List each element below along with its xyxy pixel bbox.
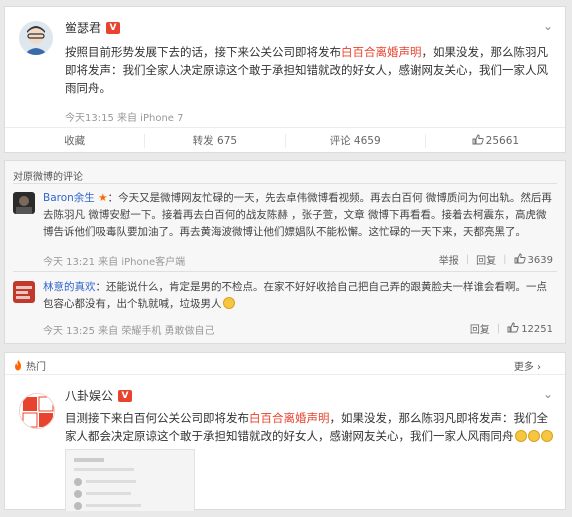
post-text-2: 目测接下来白百何公关公司即将发布白百合离婚声明，如果没发，那么陈羽凡即将发声：我… xyxy=(65,409,557,445)
author-avatar-2[interactable] xyxy=(19,393,55,429)
favorite-button[interactable]: 收藏 xyxy=(5,133,146,148)
avatar-photo-icon xyxy=(13,192,35,214)
comment-tools: 举报 | 回复 | 3639 xyxy=(438,252,553,267)
weibo-post-card-2: 热门 更多 › 八卦娱公 V ⌄ 目测接下来白百何公关公司即将发布白百合离婚声明… xyxy=(4,352,566,511)
comment-meta: 今天 13:25 来自 荣耀手机 勇敢做自己 xyxy=(43,326,215,337)
like-count: 25661 xyxy=(485,134,520,147)
gossip-logo-icon xyxy=(20,394,54,428)
like-button[interactable]: 25661 xyxy=(426,134,565,148)
comment-avatar[interactable] xyxy=(13,281,35,303)
emoji-laugh-icon xyxy=(222,297,235,309)
comment-author[interactable]: Baron余生 xyxy=(43,192,95,204)
avatar-illustration-icon xyxy=(19,21,53,55)
like-count: 3639 xyxy=(527,255,553,266)
verified-icon: V xyxy=(118,389,133,402)
comment-text: 林意的真欢：还能说什么，肯定是男的不检点。在家不好好收拾自己把自己弄的跟黄脸夫一… xyxy=(43,281,547,310)
comment-like-button[interactable]: 12251 xyxy=(507,322,553,335)
comment-like-button[interactable]: 3639 xyxy=(514,253,553,266)
report-button[interactable]: 举报 xyxy=(439,252,459,267)
author-row: 鲎瑟君 V xyxy=(65,19,121,36)
post-actions: 收藏 转发 675 评论 4659 25661 xyxy=(5,127,565,153)
comment-tools: 回复 | 12251 xyxy=(469,321,553,336)
verified-icon: V xyxy=(106,21,121,34)
comment-text: Baron余生 ★：今天又是微博网友忙碌的一天，先去卓伟微博看视频。再去白百何 … xyxy=(43,192,552,238)
post-meta: 今天13:15 来自 iPhone 7 xyxy=(65,113,184,124)
reply-button[interactable]: 回复 xyxy=(470,321,490,336)
divider xyxy=(13,183,557,184)
comment-author[interactable]: 林意的真欢 xyxy=(43,281,96,293)
divider xyxy=(13,271,557,272)
post-image-thumbnail[interactable] xyxy=(65,449,195,511)
author-name-2[interactable]: 八卦娱公 xyxy=(65,387,113,404)
more-link[interactable]: 更多 › xyxy=(514,358,541,373)
weibo-post-card: 鲎瑟君 V ⌄ 按照目前形势发展下去的话，接下来公关公司即将发布白百合离婚声明，… xyxy=(4,6,566,153)
repost-button[interactable]: 转发 675 xyxy=(145,133,286,148)
reply-button[interactable]: 回复 xyxy=(476,252,496,267)
hot-bar: 热门 更多 › xyxy=(5,353,565,375)
emoji-laugh-icon xyxy=(527,430,540,442)
user-avatar[interactable] xyxy=(19,21,53,55)
chevron-down-icon[interactable]: ⌄ xyxy=(543,19,553,33)
author-row-2: 八卦娱公 V xyxy=(65,387,133,404)
like-count: 12251 xyxy=(521,324,553,335)
like-icon xyxy=(514,253,526,264)
star-badge-icon: ★ xyxy=(98,192,108,204)
flame-icon xyxy=(15,360,21,371)
like-icon xyxy=(507,322,519,333)
like-icon xyxy=(472,134,484,144)
topic-link[interactable]: 白百合离婚声明 xyxy=(249,411,330,425)
topic-link[interactable]: 白百合离婚声明 xyxy=(341,45,422,59)
avatar-photo-icon xyxy=(13,281,35,303)
post-text: 按照目前形势发展下去的话，接下来公关公司即将发布白百合离婚声明，如果没发，那么陈… xyxy=(65,45,548,95)
emoji-laugh-icon xyxy=(540,430,553,442)
author-name[interactable]: 鲎瑟君 xyxy=(65,19,101,36)
comments-section: 对原微博的评论 Baron余生 ★：今天又是微博网友忙碌的一天，先去卓伟微博看视… xyxy=(4,160,566,344)
comment-avatar[interactable] xyxy=(13,192,35,214)
comment-button[interactable]: 评论 4659 xyxy=(286,133,426,148)
comments-header: 对原微博的评论 xyxy=(13,172,83,183)
chevron-down-icon[interactable]: ⌄ xyxy=(543,387,553,401)
screenshot-thumbnail-icon xyxy=(74,458,141,510)
hot-label: 热门 xyxy=(13,358,46,373)
comment-meta: 今天 13:21 来自 iPhone客户端 xyxy=(43,257,186,268)
emoji-laugh-icon xyxy=(514,430,527,442)
